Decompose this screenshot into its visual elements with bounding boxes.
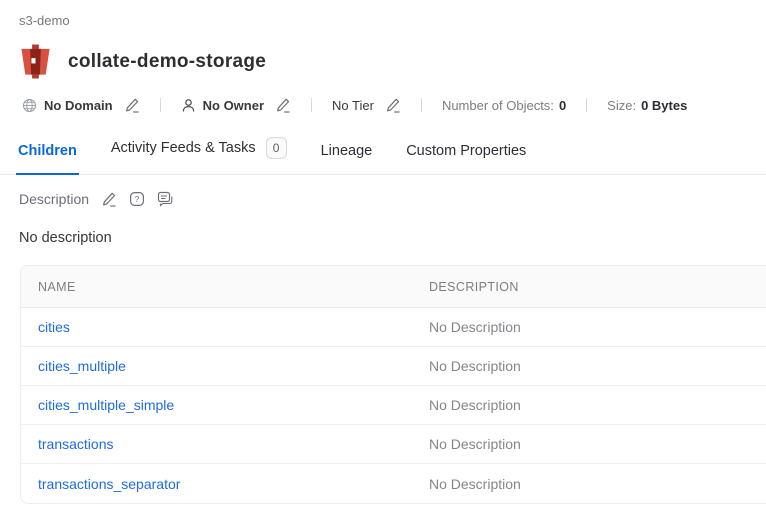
s3-bucket-icon <box>19 44 52 79</box>
tab-lineage[interactable]: Lineage <box>319 141 375 175</box>
description-title: Description <box>19 191 89 207</box>
container-link-transactions-separator[interactable]: transactions_separator <box>38 476 180 492</box>
tab-bar: Children Activity Feeds & Tasks 0 Lineag… <box>0 135 766 175</box>
comments-icon[interactable] <box>157 191 174 207</box>
container-link-cities-multiple-simple[interactable]: cities_multiple_simple <box>38 397 174 413</box>
table-row: cities No Description <box>21 308 766 347</box>
table-row: cities_multiple No Description <box>21 347 766 386</box>
table-row: transactions_separator No Description <box>21 464 766 503</box>
domain-section: No Domain <box>22 97 140 113</box>
domain-label: No Domain <box>44 98 113 113</box>
size-section: Size: 0 Bytes <box>607 98 687 113</box>
row-description: No Description <box>413 319 766 335</box>
row-description: No Description <box>413 358 766 374</box>
description-empty-text: No description <box>19 230 766 246</box>
row-description: No Description <box>413 436 766 452</box>
description-header: Description ? <box>19 191 766 207</box>
user-icon <box>181 98 196 113</box>
tier-label: No Tier <box>332 98 374 113</box>
tab-children[interactable]: Children <box>16 141 79 175</box>
size-label: Size: <box>607 98 636 113</box>
breadcrumb: s3-demo <box>0 0 766 28</box>
container-link-cities[interactable]: cities <box>38 319 70 335</box>
table-row: transactions No Description <box>21 425 766 464</box>
tab-activity-feeds[interactable]: Activity Feeds & Tasks 0 <box>109 135 289 175</box>
container-link-transactions[interactable]: transactions <box>38 436 113 452</box>
divider <box>311 98 312 112</box>
container-link-cities-multiple[interactable]: cities_multiple <box>38 358 126 374</box>
divider <box>160 98 161 112</box>
globe-icon <box>22 98 37 113</box>
tier-section: No Tier <box>332 97 401 113</box>
entity-meta-row: No Domain No Owner No Tier Number of Obj… <box>22 97 766 113</box>
breadcrumb-link-service[interactable]: s3-demo <box>19 13 70 28</box>
objects-count-label: Number of Objects: <box>442 98 554 113</box>
row-description: No Description <box>413 397 766 413</box>
activity-count-badge: 0 <box>266 137 287 159</box>
request-description-icon[interactable]: ? <box>129 191 145 207</box>
objects-count-value: 0 <box>559 98 566 113</box>
objects-count-section: Number of Objects: 0 <box>442 98 566 113</box>
edit-description-button[interactable] <box>101 191 117 207</box>
page-title: collate-demo-storage <box>68 51 266 73</box>
table-header-row: NAME DESCRIPTION <box>21 266 766 308</box>
owner-label: No Owner <box>203 98 264 113</box>
divider <box>586 98 587 112</box>
edit-tier-button[interactable] <box>385 97 401 113</box>
tab-children-label: Children <box>18 143 77 159</box>
edit-owner-button[interactable] <box>275 97 291 113</box>
column-header-name: NAME <box>21 280 413 294</box>
children-table: NAME DESCRIPTION cities No Description c… <box>20 265 766 504</box>
tab-activity-feeds-label: Activity Feeds & Tasks <box>111 140 256 156</box>
size-value: 0 Bytes <box>641 98 687 113</box>
tab-custom-properties[interactable]: Custom Properties <box>404 141 528 175</box>
tab-custom-properties-label: Custom Properties <box>406 143 526 159</box>
row-description: No Description <box>413 476 766 492</box>
svg-text:?: ? <box>135 194 140 204</box>
table-row: cities_multiple_simple No Description <box>21 386 766 425</box>
column-header-description: DESCRIPTION <box>413 280 766 294</box>
owner-section: No Owner <box>181 97 291 113</box>
tab-lineage-label: Lineage <box>321 143 373 159</box>
entity-title-row: collate-demo-storage <box>19 44 766 79</box>
edit-domain-button[interactable] <box>124 97 140 113</box>
divider <box>421 98 422 112</box>
